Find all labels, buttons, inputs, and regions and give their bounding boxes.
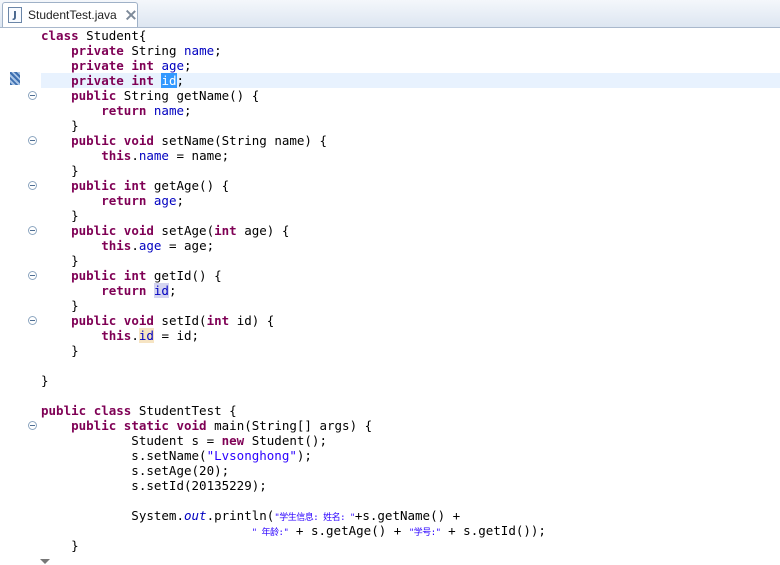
code-line: return name; — [101, 103, 192, 118]
horizontal-scrollbar[interactable] — [40, 559, 780, 565]
code-line: public void setId(int id) { — [71, 313, 275, 328]
code-line: public static void main(String[] args) { — [71, 418, 373, 433]
code-line: class Student{ — [41, 28, 147, 43]
code-line: Student s = new Student(); — [41, 433, 327, 448]
code-line: public int getId() { — [71, 268, 222, 283]
code-line: } — [41, 163, 79, 178]
code-line: System.out.println("学生信息: 姓名: "+s.getNam… — [41, 508, 461, 523]
java-file-icon: J — [8, 7, 22, 23]
code-line: public void setAge(int age) { — [71, 223, 290, 238]
code-line: } — [41, 373, 49, 388]
code-line: } — [41, 538, 79, 553]
code-line: s.setId(20135229); — [41, 478, 267, 493]
close-icon[interactable] — [125, 9, 137, 21]
code-line: private String name; — [71, 43, 222, 58]
code-line: public String getName() { — [71, 88, 260, 103]
fold-toggle-icon[interactable] — [28, 136, 37, 145]
code-area[interactable]: class Student{ private String name; priv… — [41, 28, 780, 553]
code-line: this.age = age; — [101, 238, 215, 253]
fold-toggle-icon[interactable] — [28, 271, 37, 280]
fold-toggle-icon[interactable] — [28, 226, 37, 235]
code-line: } — [41, 253, 79, 268]
fold-toggle-icon[interactable] — [28, 91, 37, 100]
fold-toggle-icon[interactable] — [28, 421, 37, 430]
editor-tab-bar: J StudentTest.java — [0, 0, 780, 28]
tab-title: StudentTest.java — [28, 8, 117, 22]
code-line: } — [41, 343, 79, 358]
code-line: s.setAge(20); — [41, 463, 230, 478]
code-line: } — [41, 208, 79, 223]
code-line: public void setName(String name) { — [71, 133, 327, 148]
code-line: return id; — [101, 283, 177, 298]
code-line: } — [41, 118, 79, 133]
current-code-line: private int id; — [41, 73, 780, 88]
code-line: " 年龄:" + s.getAge() + "学号:" + s.getId())… — [251, 523, 546, 538]
occurrence-highlight: id — [153, 283, 169, 298]
selected-identifier: id — [161, 73, 177, 88]
code-line: this.name = name; — [101, 148, 230, 163]
code-line: public class StudentTest { — [41, 403, 237, 418]
tab-studenttest-java[interactable]: J StudentTest.java — [2, 2, 138, 27]
fold-toggle-icon[interactable] — [28, 316, 37, 325]
code-line: public int getAge() { — [71, 178, 230, 193]
fold-toggle-icon[interactable] — [28, 181, 37, 190]
write-occurrence-highlight: id — [138, 328, 154, 343]
code-line: } — [41, 298, 79, 313]
code-line: private int age; — [71, 58, 192, 73]
code-line: s.setName("Lvsonghong"); — [41, 448, 312, 463]
occurrence-marker-icon[interactable] — [10, 72, 20, 85]
code-line: return age; — [101, 193, 185, 208]
code-editor[interactable]: class Student{ private String name; priv… — [0, 28, 780, 565]
code-line: this.id = id; — [101, 328, 200, 343]
vertical-ruler — [0, 28, 22, 565]
